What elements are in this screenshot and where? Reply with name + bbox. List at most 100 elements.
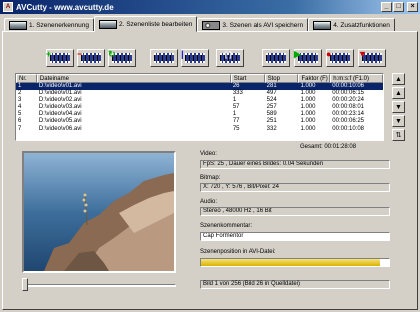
move-down-button[interactable]: ▼ — [392, 101, 405, 113]
move-up-button[interactable]: ▲ — [392, 87, 405, 99]
column-header[interactable]: Nr. — [16, 74, 37, 83]
cell-start: 1 — [232, 111, 237, 118]
move-top-button[interactable]: ▲ — [392, 73, 405, 85]
sort-icon: ⇅ — [395, 132, 402, 139]
remove-scene-button[interactable]: − — [77, 49, 105, 67]
preview-frame-image — [24, 153, 174, 271]
cell-nr: 1 — [18, 83, 22, 89]
table-row[interactable]: 6 D:\video\v05.avi 77 251 1.000 00:00:06… — [16, 118, 383, 125]
comment-label: Szenenkommentar: — [200, 223, 253, 229]
tab-extra-functions[interactable]: 4. Zusatzfunktionen — [308, 18, 395, 32]
tab-label: 4. Zusatzfunktionen — [333, 21, 390, 29]
film-export-icon: ▼ — [358, 49, 382, 63]
cell-duration: 00:00:08:01 — [332, 104, 364, 111]
cell-duration: 00:00:06:15 — [332, 90, 364, 97]
column-header[interactable]: Stop — [264, 74, 299, 83]
film-mark-icon — [266, 53, 286, 63]
film-split-icon: | — [181, 49, 205, 63]
cell-filename: D:\video\v06.avi — [38, 125, 82, 132]
cell-stop: 524 — [266, 97, 277, 104]
cell-duration: 00:00:10:06 — [332, 83, 364, 89]
table-row[interactable]: 5 D:\video\v04.avi 1 589 1.000 00:00:23:… — [16, 111, 383, 118]
film-play-icon: ▶ — [294, 49, 318, 63]
cell-stop: 257 — [266, 104, 277, 111]
video-preview — [22, 151, 176, 273]
cell-factor: 1.000 — [300, 97, 316, 104]
frames-button[interactable] — [150, 49, 178, 67]
maximize-button[interactable]: □ — [393, 2, 404, 12]
cell-filename: D:\video\v01.avi — [38, 83, 82, 89]
cell-filename: D:\video\v01.avi — [38, 90, 82, 97]
film-icon — [99, 19, 117, 29]
cell-factor: 1.000 — [300, 104, 316, 111]
column-header[interactable]: h:m:s:f (F1.0) — [330, 74, 383, 83]
cell-start: 77 — [232, 118, 240, 125]
tab-edit-scene-list[interactable]: 2. Szenenliste bearbeiten — [94, 16, 198, 32]
cell-nr: 3 — [18, 97, 22, 104]
close-button[interactable]: × — [407, 2, 418, 12]
table-row[interactable]: 4 D:\video\v03.avi 57 257 1.000 00:00:08… — [16, 104, 383, 111]
cell-factor: 1.000 — [300, 111, 316, 118]
play-scene-button[interactable]: ▶ — [294, 49, 322, 67]
column-header[interactable]: Start — [230, 74, 265, 83]
table-row[interactable]: 7 D:\video\v06.avi 75 332 1.000 00:00:10… — [16, 126, 383, 133]
frame-slider-track[interactable] — [26, 284, 176, 287]
record-scene-button[interactable]: ● — [326, 49, 354, 67]
cell-nr: 6 — [18, 118, 22, 125]
title-bar: A AVCutty - www.avcutty.de _ □ × — [0, 0, 420, 14]
add-scene-button[interactable]: + — [46, 49, 74, 67]
table-row[interactable]: 2 D:\video\v01.avi 333 497 1.000 00:00:0… — [16, 90, 383, 97]
window-title: AVCutty - www.avcutty.de — [16, 2, 114, 12]
film-icon — [9, 20, 27, 30]
cell-start: 333 — [232, 90, 243, 97]
total-duration: Gesamt: 00:01:28:08 — [300, 144, 357, 150]
column-header[interactable]: Dateiname — [36, 74, 231, 83]
reel-icon — [202, 20, 221, 30]
table-row[interactable]: 3 D:\video\v02.avi 1 524 1.000 00:00:20:… — [16, 97, 383, 104]
film-icon — [313, 20, 332, 30]
tab-label: 2. Szenenliste bearbeiten — [119, 20, 193, 28]
column-header[interactable]: Faktor (F) — [298, 74, 331, 83]
mark-scene-button[interactable] — [262, 49, 290, 67]
move-bottom-button[interactable]: ▼ — [392, 115, 405, 127]
cell-filename: D:\video\v02.avi — [38, 97, 82, 104]
audio-info: Stereo , 48000 Hz , 16 Bit — [200, 207, 390, 216]
mark-range-button[interactable]: [ ] — [216, 49, 244, 67]
cell-start: 75 — [232, 125, 240, 132]
move-down-icon: ▼ — [395, 117, 402, 125]
film-add-icon: + — [46, 49, 70, 63]
bitmap-info: X: 720 , Y: 576 , Bit/Pixel: 24 — [200, 183, 390, 192]
film-refresh-icon: ↻ — [108, 49, 132, 63]
table-header: Nr. Dateiname Start Stop Faktor (F) h:m:… — [16, 74, 383, 83]
cell-nr: 5 — [18, 111, 22, 118]
cell-factor: 1.000 — [300, 118, 316, 125]
scene-position-fill — [201, 259, 380, 266]
cell-nr: 7 — [18, 125, 22, 132]
table-row[interactable]: 1 D:\video\v01.avi 26 281 1.000 00:00:10… — [16, 83, 383, 91]
refresh-scene-button[interactable]: ↻ — [108, 49, 136, 67]
move-up-icon: ▲ — [395, 75, 402, 83]
cell-start: 26 — [232, 83, 240, 89]
cell-duration: 00:00:23:14 — [332, 111, 364, 118]
cell-duration: 00:00:06:25 — [332, 118, 364, 125]
film-remove-icon: − — [77, 49, 101, 63]
sort-button[interactable]: ⇅ — [392, 129, 405, 141]
tab-scene-detection[interactable]: 1. Szenenerkennung — [4, 18, 94, 32]
video-label: Video: — [200, 151, 217, 157]
cell-stop: 589 — [266, 111, 277, 118]
cell-nr: 2 — [18, 90, 22, 97]
film-record-icon: ● — [326, 49, 350, 63]
cell-factor: 1.000 — [300, 83, 316, 89]
minimize-button[interactable]: _ — [381, 2, 392, 12]
bitmap-label: Bitmap: — [200, 175, 221, 181]
export-scene-button[interactable]: ▼ — [358, 49, 386, 67]
tab-save-as-avi[interactable]: 3. Szenen als AVI speichern — [197, 18, 309, 32]
frames-icon — [154, 53, 174, 63]
scene-table[interactable]: Nr. Dateiname Start Stop Faktor (F) h:m:… — [15, 73, 384, 141]
scene-comment-field[interactable]: Cap Formentor — [200, 232, 390, 241]
cell-duration: 00:00:20:24 — [332, 97, 364, 104]
frame-slider-thumb[interactable] — [22, 278, 28, 291]
split-scene-button[interactable]: | — [181, 49, 209, 67]
scene-position-bar — [200, 258, 390, 267]
position-label: Szenenposition in AVI-Datei: — [200, 249, 276, 255]
